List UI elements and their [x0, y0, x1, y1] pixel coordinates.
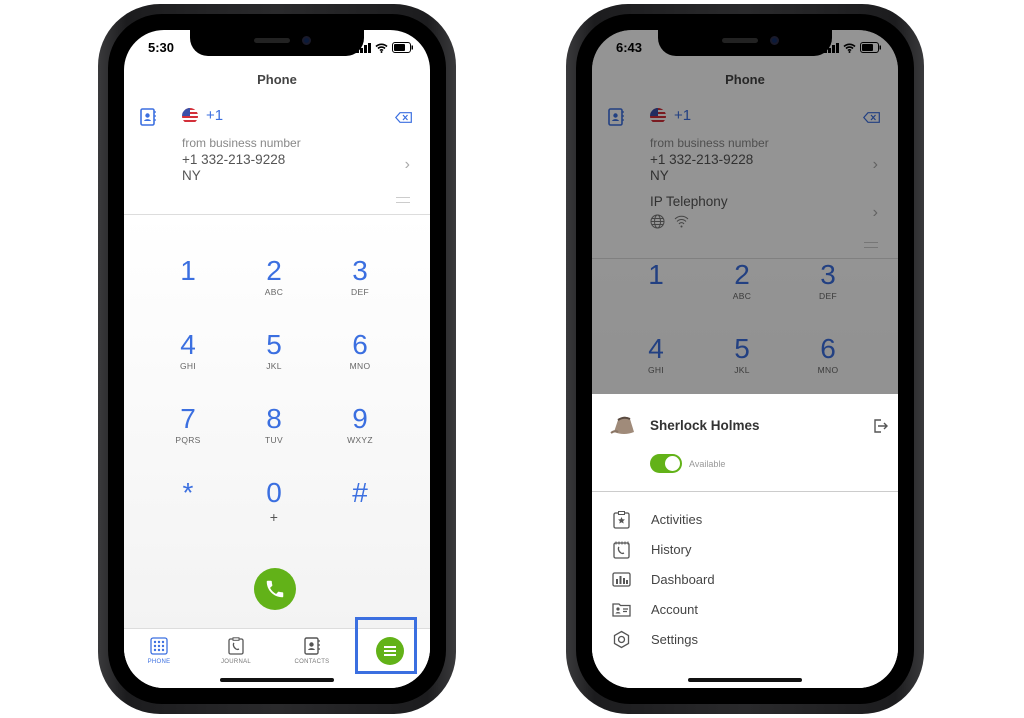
- activities-icon: [613, 511, 630, 529]
- dialpad: 1 2 ABC 3 DEF 4 GHI 5 JKL 6 MNO 7 PQRS 8 TUV 9W…: [124, 214, 430, 628]
- us-flag-icon[interactable]: [182, 108, 198, 124]
- key-2[interactable]: 2 ABC: [234, 255, 314, 297]
- right-phone-frame: 6:43 Phone +1 from business number +1 33…: [566, 4, 924, 714]
- from-label: from business number: [182, 136, 301, 150]
- avatar-deerstalker-hat-icon: [610, 416, 634, 434]
- battery-icon: [392, 42, 413, 53]
- logout-icon[interactable]: [872, 418, 888, 434]
- left-phone-frame: 5:30 Phone +1 from business number +1 33…: [98, 4, 456, 714]
- country-code[interactable]: +1: [206, 107, 223, 124]
- menu-item-activities[interactable]: Activities: [612, 510, 702, 529]
- key-9[interactable]: 9 WXYZ: [320, 403, 400, 445]
- overlay-dim[interactable]: [592, 30, 898, 394]
- business-number[interactable]: +1 332-213-9228: [182, 152, 285, 167]
- availability-label: Available: [689, 459, 726, 469]
- home-indicator: [688, 678, 802, 682]
- menu-item-history[interactable]: History: [612, 540, 691, 559]
- account-icon: [612, 603, 631, 617]
- availability-toggle[interactable]: [650, 454, 682, 473]
- status-time: 5:30: [148, 40, 175, 55]
- right-phone-screen: 6:43 Phone +1 from business number +1 33…: [592, 30, 898, 688]
- menu-item-account[interactable]: Account: [612, 600, 698, 619]
- tab-phone[interactable]: PHONE: [129, 637, 189, 665]
- chevron-right-icon[interactable]: ›: [405, 156, 410, 174]
- menu-item-settings[interactable]: Settings: [612, 630, 698, 649]
- key-6[interactable]: 6 MNO: [320, 329, 400, 371]
- key-7[interactable]: 7 PQRS: [148, 403, 228, 445]
- dialpad-icon: [150, 637, 168, 655]
- user-menu-sheet: Sherlock Holmes Available Activities His…: [592, 394, 898, 688]
- wifi-icon: [375, 43, 388, 53]
- home-indicator: [220, 678, 334, 682]
- divider: [592, 491, 898, 492]
- battery-icon: [860, 42, 881, 53]
- phone-handset-icon: [266, 580, 284, 598]
- tab-journal[interactable]: JOURNAL: [206, 637, 266, 665]
- key-8[interactable]: 8 TUV: [234, 403, 314, 445]
- key-star[interactable]: *: [148, 477, 228, 509]
- key-5[interactable]: 5 JKL: [234, 329, 314, 371]
- wifi-icon: [843, 43, 856, 53]
- key-hash[interactable]: #: [320, 477, 400, 509]
- key-0[interactable]: 0 +: [234, 477, 314, 525]
- history-icon: [613, 541, 630, 559]
- status-time: 6:43: [616, 40, 643, 55]
- key-1[interactable]: 1: [148, 255, 228, 287]
- settings-icon: [613, 630, 630, 649]
- user-name: Sherlock Holmes: [650, 418, 760, 433]
- call-button[interactable]: [254, 568, 296, 610]
- left-phone-screen: 5:30 Phone +1 from business number +1 33…: [124, 30, 430, 688]
- contacts-book-icon[interactable]: [139, 108, 157, 126]
- contacts-icon: [304, 637, 320, 655]
- tab-contacts[interactable]: CONTACTS: [282, 637, 342, 665]
- dashboard-icon: [612, 572, 631, 587]
- key-4[interactable]: 4 GHI: [148, 329, 228, 371]
- journal-icon: [228, 637, 244, 655]
- key-3[interactable]: 3 DEF: [320, 255, 400, 297]
- drag-handle-icon[interactable]: [396, 197, 410, 203]
- menu-button-highlight: [355, 617, 417, 674]
- backspace-icon[interactable]: [395, 112, 412, 123]
- number-region: NY: [182, 168, 201, 183]
- menu-item-dashboard[interactable]: Dashboard: [612, 570, 715, 589]
- page-title: Phone: [257, 72, 297, 87]
